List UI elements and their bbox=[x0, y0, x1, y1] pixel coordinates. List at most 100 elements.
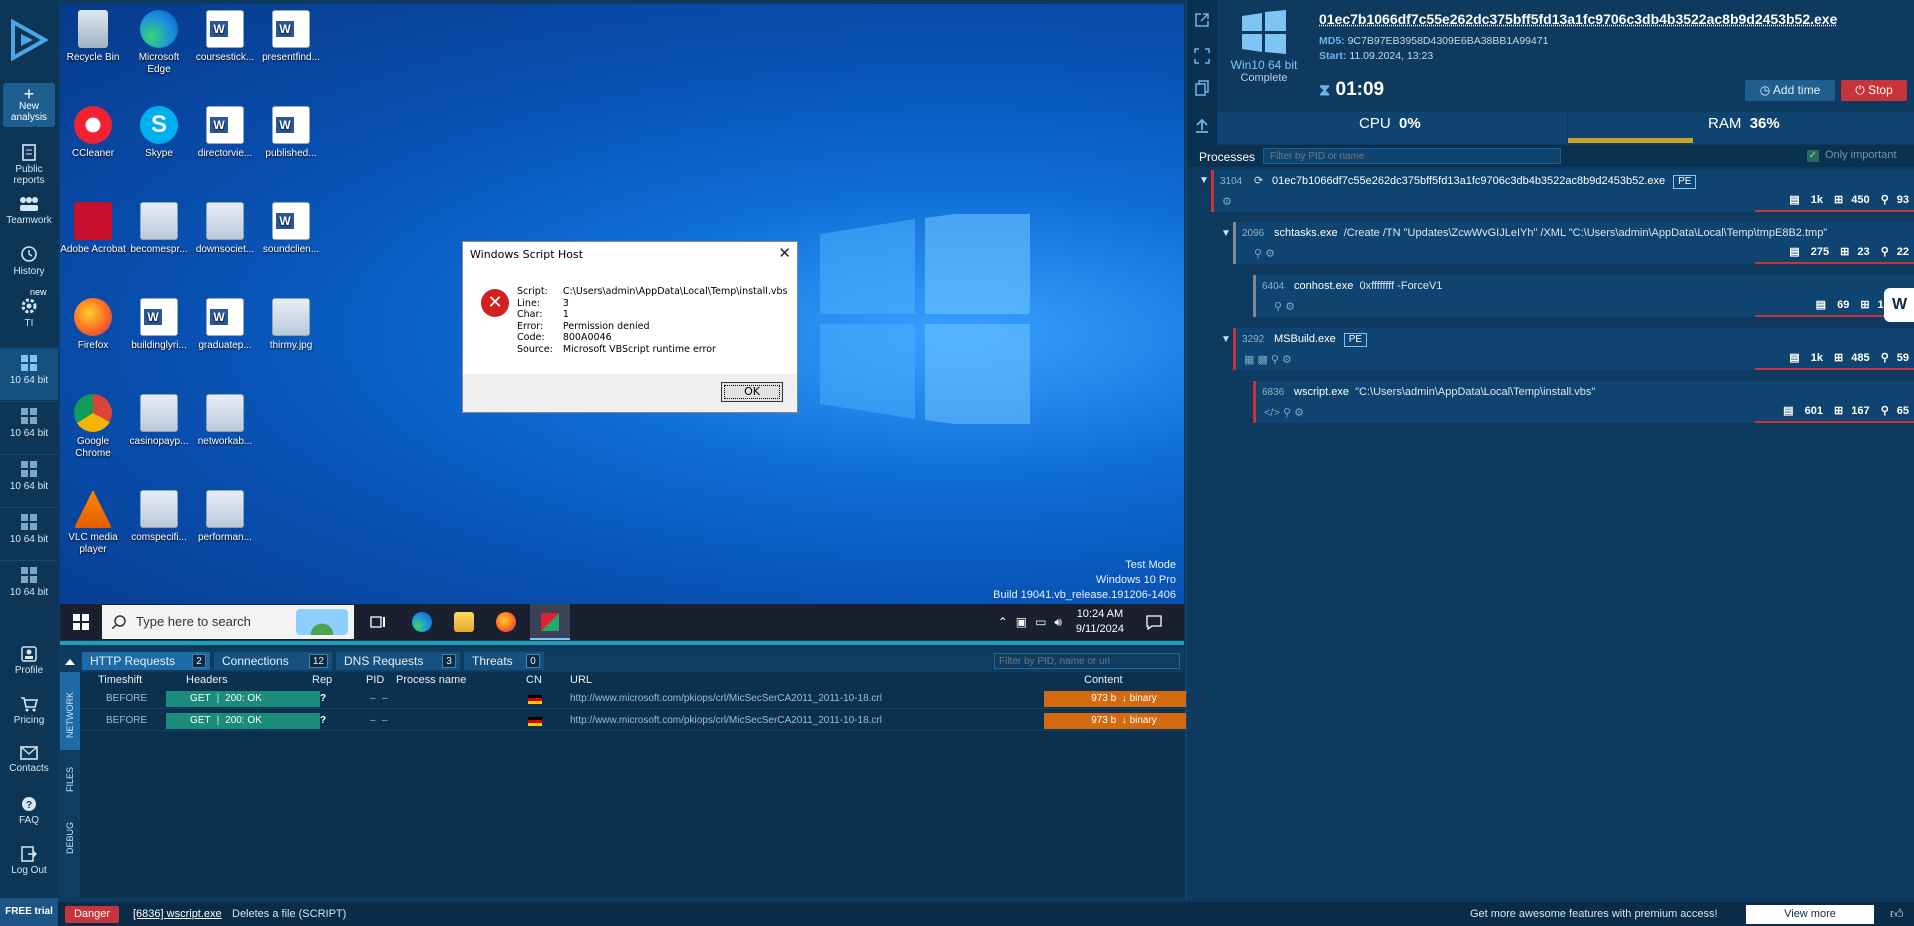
desktop-icon-graduatep[interactable]: graduatep... bbox=[192, 298, 258, 352]
tab-count: 2 bbox=[192, 654, 206, 668]
vm-tab-4[interactable]: 10 64 bit bbox=[0, 507, 58, 559]
close-icon[interactable]: ✕ bbox=[778, 244, 791, 262]
nav-history[interactable]: History bbox=[0, 245, 58, 277]
process-row[interactable]: 6404 conhost.exe 0xffffffff -ForceV1 ⚲ ⚙… bbox=[1253, 275, 1914, 317]
desktop-icon-recycle-bin[interactable]: Recycle Bin bbox=[60, 10, 126, 64]
desktop-icon-becomespr[interactable]: becomespr... bbox=[126, 202, 192, 256]
desktop-icon-label: comspecifi... bbox=[131, 532, 187, 543]
taskbar-active-app[interactable] bbox=[530, 604, 570, 640]
collapse-icon[interactable] bbox=[65, 657, 75, 665]
new-analysis-button[interactable]: + New analysis bbox=[3, 83, 55, 127]
process-filter-input[interactable] bbox=[1263, 148, 1561, 164]
cpu-value: 0% bbox=[1399, 115, 1421, 132]
add-time-button[interactable]: ◷ Add time bbox=[1745, 80, 1835, 101]
task-view-icon[interactable] bbox=[370, 614, 386, 630]
analyzed-file-name[interactable]: 01ec7b1066df7c55e262dc375bff5fd13a1fc970… bbox=[1319, 11, 1837, 27]
tab-dns-requests[interactable]: DNS Requests 3 bbox=[336, 652, 460, 670]
nav-ti[interactable]: TI bbox=[0, 297, 58, 329]
nav-teamwork[interactable]: Teamwork bbox=[0, 195, 58, 226]
desktop-icon-coursestick[interactable]: coursestick... bbox=[192, 10, 258, 64]
nav-contacts[interactable]: Contacts bbox=[0, 746, 58, 774]
process-row[interactable]: 6836 wscript.exe "C:\Users\admin\AppData… bbox=[1253, 381, 1914, 423]
copy-icon[interactable] bbox=[1194, 80, 1210, 96]
desktop-icon-adobe-acrobat[interactable]: Adobe Acrobat bbox=[60, 202, 126, 256]
status-process-link[interactable]: [6836] wscript.exe bbox=[133, 908, 222, 920]
desktop-icon-comspecifi[interactable]: comspecifi... bbox=[126, 490, 192, 544]
free-trial-button[interactable]: FREE trial bbox=[0, 898, 58, 926]
only-important-toggle[interactable]: ✓ Only important bbox=[1807, 149, 1897, 162]
desktop-icon-label: casinopayp... bbox=[129, 436, 189, 447]
nav-logout[interactable]: Log Out bbox=[0, 846, 58, 876]
thumbs-up-icon[interactable]: 👍︎ bbox=[1890, 906, 1904, 922]
collapse-arrow-icon[interactable]: ▼ bbox=[1199, 175, 1209, 186]
nav-pricing[interactable]: Pricing bbox=[0, 696, 58, 726]
process-row[interactable]: 2096 schtasks.exe /Create /TN "Updates\Z… bbox=[1233, 222, 1914, 264]
desktop-icon-published[interactable]: published... bbox=[258, 106, 324, 160]
desktop-icon-vlc[interactable]: VLC media player bbox=[60, 490, 126, 556]
side-tab-network[interactable]: NETWORK bbox=[60, 672, 80, 750]
vm-tab-label: 10 64 bit bbox=[9, 534, 49, 545]
external-link-icon[interactable] bbox=[1194, 12, 1210, 28]
fullscreen-icon[interactable] bbox=[1194, 48, 1210, 64]
desktop-icon-thirmy[interactable]: thirmy.jpg bbox=[258, 298, 324, 352]
row-content[interactable]: 973 b ↓ binary bbox=[1044, 691, 1204, 707]
row-content[interactable]: 973 b ↓ binary bbox=[1044, 713, 1204, 729]
nav-public-reports[interactable]: Public reports bbox=[0, 144, 58, 186]
desktop-icon-soundclien[interactable]: soundclien... bbox=[258, 202, 324, 256]
firefox-icon bbox=[74, 298, 112, 336]
md5-value[interactable]: 9C7B97EB3958D4309E6BA38BB1A99471 bbox=[1348, 35, 1549, 47]
stop-label: Stop bbox=[1868, 83, 1893, 97]
nav-profile[interactable]: Profile bbox=[0, 646, 58, 676]
tab-http-requests[interactable]: HTTP Requests 2 bbox=[82, 652, 210, 670]
taskbar-clock[interactable]: 10:24 AM 9/11/2024 bbox=[1076, 607, 1124, 637]
process-row[interactable]: 3104 ⟳ 01ec7b1066df7c55e262dc375bff5fd13… bbox=[1211, 170, 1914, 212]
http-request-row[interactable]: BEFORE GET | 200: OK ? – – http://www.micr… bbox=[80, 689, 1204, 709]
desktop-icon-directorvie[interactable]: directorvie... bbox=[192, 106, 258, 160]
tab-connections[interactable]: Connections 12 bbox=[214, 652, 332, 670]
desktop-icon-downsociet[interactable]: downsociet... bbox=[192, 202, 258, 256]
ok-button[interactable]: OK bbox=[721, 382, 783, 402]
desktop-icon-networkab[interactable]: networkab... bbox=[192, 394, 258, 448]
vm-tab-2[interactable]: 10 64 bit bbox=[0, 401, 58, 453]
desktop-icon-presentfind[interactable]: presentfind... bbox=[258, 10, 324, 64]
taskbar-firefox-icon[interactable] bbox=[496, 612, 516, 632]
desktop-icon-firefox[interactable]: Firefox bbox=[60, 298, 126, 352]
vm-tab-3[interactable]: 10 64 bit bbox=[0, 454, 58, 506]
nav-faq[interactable]: ? FAQ bbox=[0, 796, 58, 826]
notification-icon[interactable] bbox=[1146, 614, 1162, 630]
desktop-icon-performan[interactable]: performan... bbox=[192, 490, 258, 544]
desktop-icon-google-chrome[interactable]: Google Chrome bbox=[60, 394, 126, 460]
http-request-row[interactable]: BEFORE GET | 200: OK ? – – http://www.micr… bbox=[80, 711, 1204, 731]
nav-logout-label: Log Out bbox=[11, 865, 47, 876]
network-count: 65 bbox=[1896, 405, 1909, 417]
taskbar-explorer-icon[interactable] bbox=[454, 612, 474, 632]
desktop-icon-ccleaner[interactable]: CCleaner bbox=[60, 106, 126, 160]
network-filter-input[interactable] bbox=[994, 653, 1180, 669]
stop-button[interactable]: ⏻ Stop bbox=[1841, 80, 1907, 101]
floating-widget[interactable]: W bbox=[1884, 288, 1914, 322]
side-tab-debug[interactable]: DEBUG bbox=[60, 806, 80, 864]
desktop-icon-skype[interactable]: S Skype bbox=[126, 106, 192, 160]
vm-tab-1[interactable]: 10 64 bit bbox=[0, 348, 58, 400]
process-args: 0xffffffff -ForceV1 bbox=[1359, 280, 1443, 292]
desktop-icon-casinopayp[interactable]: casinopayp... bbox=[126, 394, 192, 448]
taskbar-edge-icon[interactable] bbox=[412, 612, 432, 632]
taskbar-search-input[interactable]: Type here to search bbox=[102, 605, 354, 639]
desktop-icon-buildinglyri[interactable]: buildinglyri... bbox=[126, 298, 192, 352]
word-file-icon bbox=[206, 298, 244, 336]
desktop-icon-edge[interactable]: Microsoft Edge bbox=[126, 10, 192, 76]
anyrun-logo[interactable] bbox=[9, 18, 49, 62]
start-icon[interactable] bbox=[73, 614, 89, 630]
collapse-arrow-icon[interactable]: ▼ bbox=[1221, 334, 1231, 345]
vm-tab-5[interactable]: 10 64 bit bbox=[0, 560, 58, 612]
upload-icon[interactable] bbox=[1194, 118, 1210, 134]
side-tab-files[interactable]: FILES bbox=[60, 752, 80, 802]
tray-icons[interactable]: ⌃▣▭🔊︎ bbox=[998, 615, 1070, 630]
row-url[interactable]: http://www.microsoft.com/pkiops/crl/MicS… bbox=[570, 693, 882, 704]
vm-desktop[interactable]: Recycle Bin CCleaner Adobe Acrobat Firef… bbox=[60, 4, 1184, 604]
process-row[interactable]: 3292 MSBuild.exe PE ▦ ▩ ⚲ ⚙ ▤ 1k ⊞ 485 ⚲ 59 bbox=[1233, 328, 1914, 370]
tab-threats[interactable]: Threats 0 bbox=[464, 652, 544, 670]
view-more-button[interactable]: View more bbox=[1746, 905, 1874, 924]
collapse-arrow-icon[interactable]: ▼ bbox=[1221, 228, 1231, 239]
row-url[interactable]: http://www.microsoft.com/pkiops/crl/MicS… bbox=[570, 715, 882, 726]
